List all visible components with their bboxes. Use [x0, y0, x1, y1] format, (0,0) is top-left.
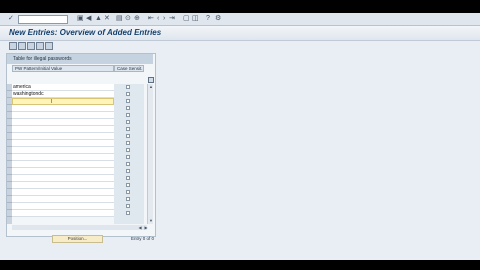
case-sensitive-checkbox[interactable]: [126, 134, 130, 138]
table-settings-icon[interactable]: [148, 77, 154, 83]
pattern-cell[interactable]: [12, 112, 114, 119]
case-sensitive-checkbox[interactable]: [126, 99, 130, 103]
next-page-icon[interactable]: ›: [163, 15, 165, 23]
help-icon[interactable]: ?: [206, 15, 210, 23]
pattern-cell[interactable]: [12, 196, 114, 203]
print-icon[interactable]: ▤: [116, 15, 123, 23]
cancel-icon[interactable]: ✕: [104, 15, 110, 23]
copy-as-icon[interactable]: [27, 42, 35, 50]
case-sensitive-checkbox[interactable]: [126, 155, 130, 159]
case-sensitive-checkbox[interactable]: [126, 127, 130, 131]
scroll-down-icon[interactable]: ▼: [148, 218, 154, 223]
case-sensitive-checkbox[interactable]: [126, 176, 130, 180]
table-control: Table for illegal passwords PW Pattern/I…: [6, 53, 156, 237]
case-sensitive-checkbox[interactable]: [126, 190, 130, 194]
pattern-cell[interactable]: america: [12, 84, 114, 91]
page-title: New Entries: Overview of Added Entries: [9, 28, 162, 37]
pattern-cell[interactable]: [12, 168, 114, 175]
enter-icon[interactable]: ✓: [8, 15, 14, 23]
entry-grid: america washingtondc I: [12, 84, 114, 224]
pattern-cell[interactable]: [12, 210, 114, 217]
last-page-icon[interactable]: ⇥: [169, 15, 175, 23]
pattern-cell[interactable]: [12, 189, 114, 196]
pattern-cell[interactable]: [12, 147, 114, 154]
pattern-cell[interactable]: [12, 126, 114, 133]
pattern-cell[interactable]: [12, 175, 114, 182]
new-entries-icon[interactable]: [18, 42, 26, 50]
case-sensitive-checkbox[interactable]: [126, 197, 130, 201]
case-sensitive-checkbox[interactable]: [126, 92, 130, 96]
pattern-cell-active[interactable]: I: [12, 98, 114, 105]
application-toolbar: [0, 41, 480, 52]
case-sensitive-checkbox[interactable]: [126, 106, 130, 110]
exit-icon[interactable]: ▲: [95, 15, 102, 23]
case-sensitive-checkbox[interactable]: [126, 120, 130, 124]
column-header-case-sensitive[interactable]: Case Sensit.: [114, 65, 144, 72]
pattern-cell[interactable]: [12, 182, 114, 189]
case-sensitive-checkbox[interactable]: [126, 141, 130, 145]
standard-toolbar: ✓ ▣ ◀ ▲ ✕ ▤ ⊙ ⊕ ⇤ ‹ › ⇥ ▢ ◫ ? ⚙: [0, 13, 480, 26]
new-session-icon[interactable]: ▢: [183, 15, 190, 23]
pattern-cell[interactable]: washingtondc: [12, 91, 114, 98]
back-icon[interactable]: ◀: [86, 15, 91, 23]
pattern-cell[interactable]: [12, 140, 114, 147]
customize-icon[interactable]: ⚙: [215, 15, 221, 23]
scroll-up-icon[interactable]: ▲: [148, 84, 154, 89]
pattern-cell[interactable]: [12, 119, 114, 126]
position-button[interactable]: Position...: [52, 235, 103, 243]
table-title: Table for illegal passwords: [7, 54, 153, 64]
prev-page-icon[interactable]: ‹: [157, 15, 159, 23]
sap-window: ✓ ▣ ◀ ▲ ✕ ▤ ⊙ ⊕ ⇤ ‹ › ⇥ ▢ ◫ ? ⚙ New Entr…: [0, 13, 480, 260]
find-icon[interactable]: ⊙: [125, 15, 131, 23]
change-display-icon[interactable]: [9, 42, 17, 50]
title-bar: New Entries: Overview of Added Entries: [0, 26, 480, 41]
scroll-right-icon[interactable]: ▶: [143, 225, 149, 230]
save-icon[interactable]: ▣: [77, 15, 84, 23]
case-sensitive-checkbox[interactable]: [126, 148, 130, 152]
first-page-icon[interactable]: ⇤: [148, 15, 154, 23]
pattern-cell[interactable]: [12, 154, 114, 161]
case-sensitive-column: [114, 84, 144, 224]
pattern-cell[interactable]: [12, 133, 114, 140]
bottom-letterbox: [0, 260, 480, 270]
vertical-scrollbar[interactable]: ▲ ▼: [147, 84, 153, 224]
column-header-pattern[interactable]: PW Pattern/Initial Value: [12, 65, 114, 72]
shortcut-icon[interactable]: ◫: [192, 15, 199, 23]
case-sensitive-checkbox[interactable]: [126, 169, 130, 173]
entry-counter: Entry 0 of 0: [131, 236, 155, 241]
select-all-icon[interactable]: [45, 42, 53, 50]
delete-icon[interactable]: [36, 42, 44, 50]
command-field[interactable]: [18, 15, 68, 24]
pattern-cell[interactable]: [12, 203, 114, 210]
case-sensitive-checkbox[interactable]: [126, 204, 130, 208]
top-letterbox: [0, 0, 480, 13]
case-sensitive-checkbox[interactable]: [126, 113, 130, 117]
pattern-cell[interactable]: [12, 105, 114, 112]
horizontal-scrollbar[interactable]: ◀ ▶: [12, 225, 149, 230]
case-sensitive-checkbox[interactable]: [126, 211, 130, 215]
find-next-icon[interactable]: ⊕: [134, 15, 140, 23]
case-sensitive-checkbox[interactable]: [126, 85, 130, 89]
case-sensitive-checkbox[interactable]: [126, 183, 130, 187]
case-sensitive-checkbox[interactable]: [126, 162, 130, 166]
pattern-cell[interactable]: [12, 161, 114, 168]
